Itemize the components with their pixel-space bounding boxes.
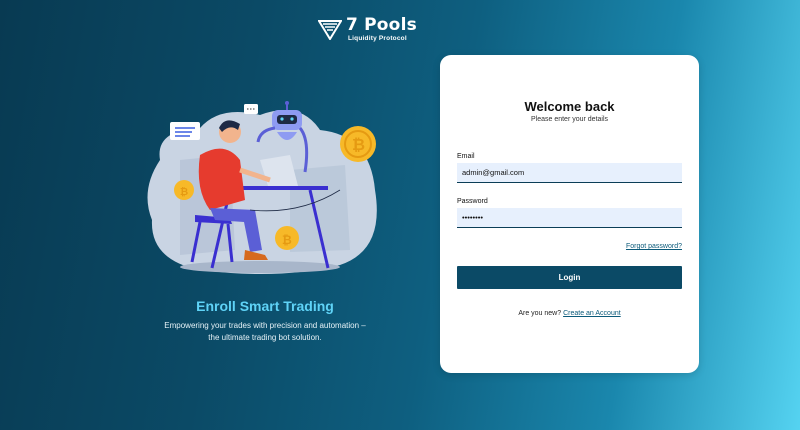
login-subtitle: Please enter your details xyxy=(530,116,609,123)
svg-text:₿: ₿ xyxy=(282,233,292,247)
brand-name: 7 Pools xyxy=(346,15,417,35)
pools-logo-icon xyxy=(318,19,342,40)
signup-prompt: Are you new? Create an Account xyxy=(440,310,699,317)
email-field[interactable]: admin@gmail.com xyxy=(457,163,682,183)
brand-logo: 7 Pools Liquidity Protocol xyxy=(318,17,417,43)
brand-tagline: Liquidity Protocol xyxy=(348,35,407,42)
hero-title: Enroll Smart Trading xyxy=(196,298,334,314)
password-label: Password xyxy=(457,198,488,205)
hero-subtitle: Empowering your trades with precision an… xyxy=(164,321,366,342)
login-card: Welcome back Please enter your details E… xyxy=(440,55,699,373)
forgot-password-link[interactable]: Forgot password? xyxy=(626,243,682,250)
password-field[interactable]: •••••••• xyxy=(457,208,682,228)
login-title: Welcome back xyxy=(524,99,615,114)
svg-text:₿: ₿ xyxy=(352,135,365,154)
create-account-link[interactable]: Create an Account xyxy=(563,310,621,317)
signup-prompt-text: Are you new? xyxy=(518,310,562,317)
trader-with-robot-illustration: ₿ ₿ ₿ xyxy=(147,101,377,274)
svg-text:₿: ₿ xyxy=(180,186,188,198)
login-button[interactable]: Login xyxy=(457,266,682,289)
email-label: Email xyxy=(457,153,475,160)
